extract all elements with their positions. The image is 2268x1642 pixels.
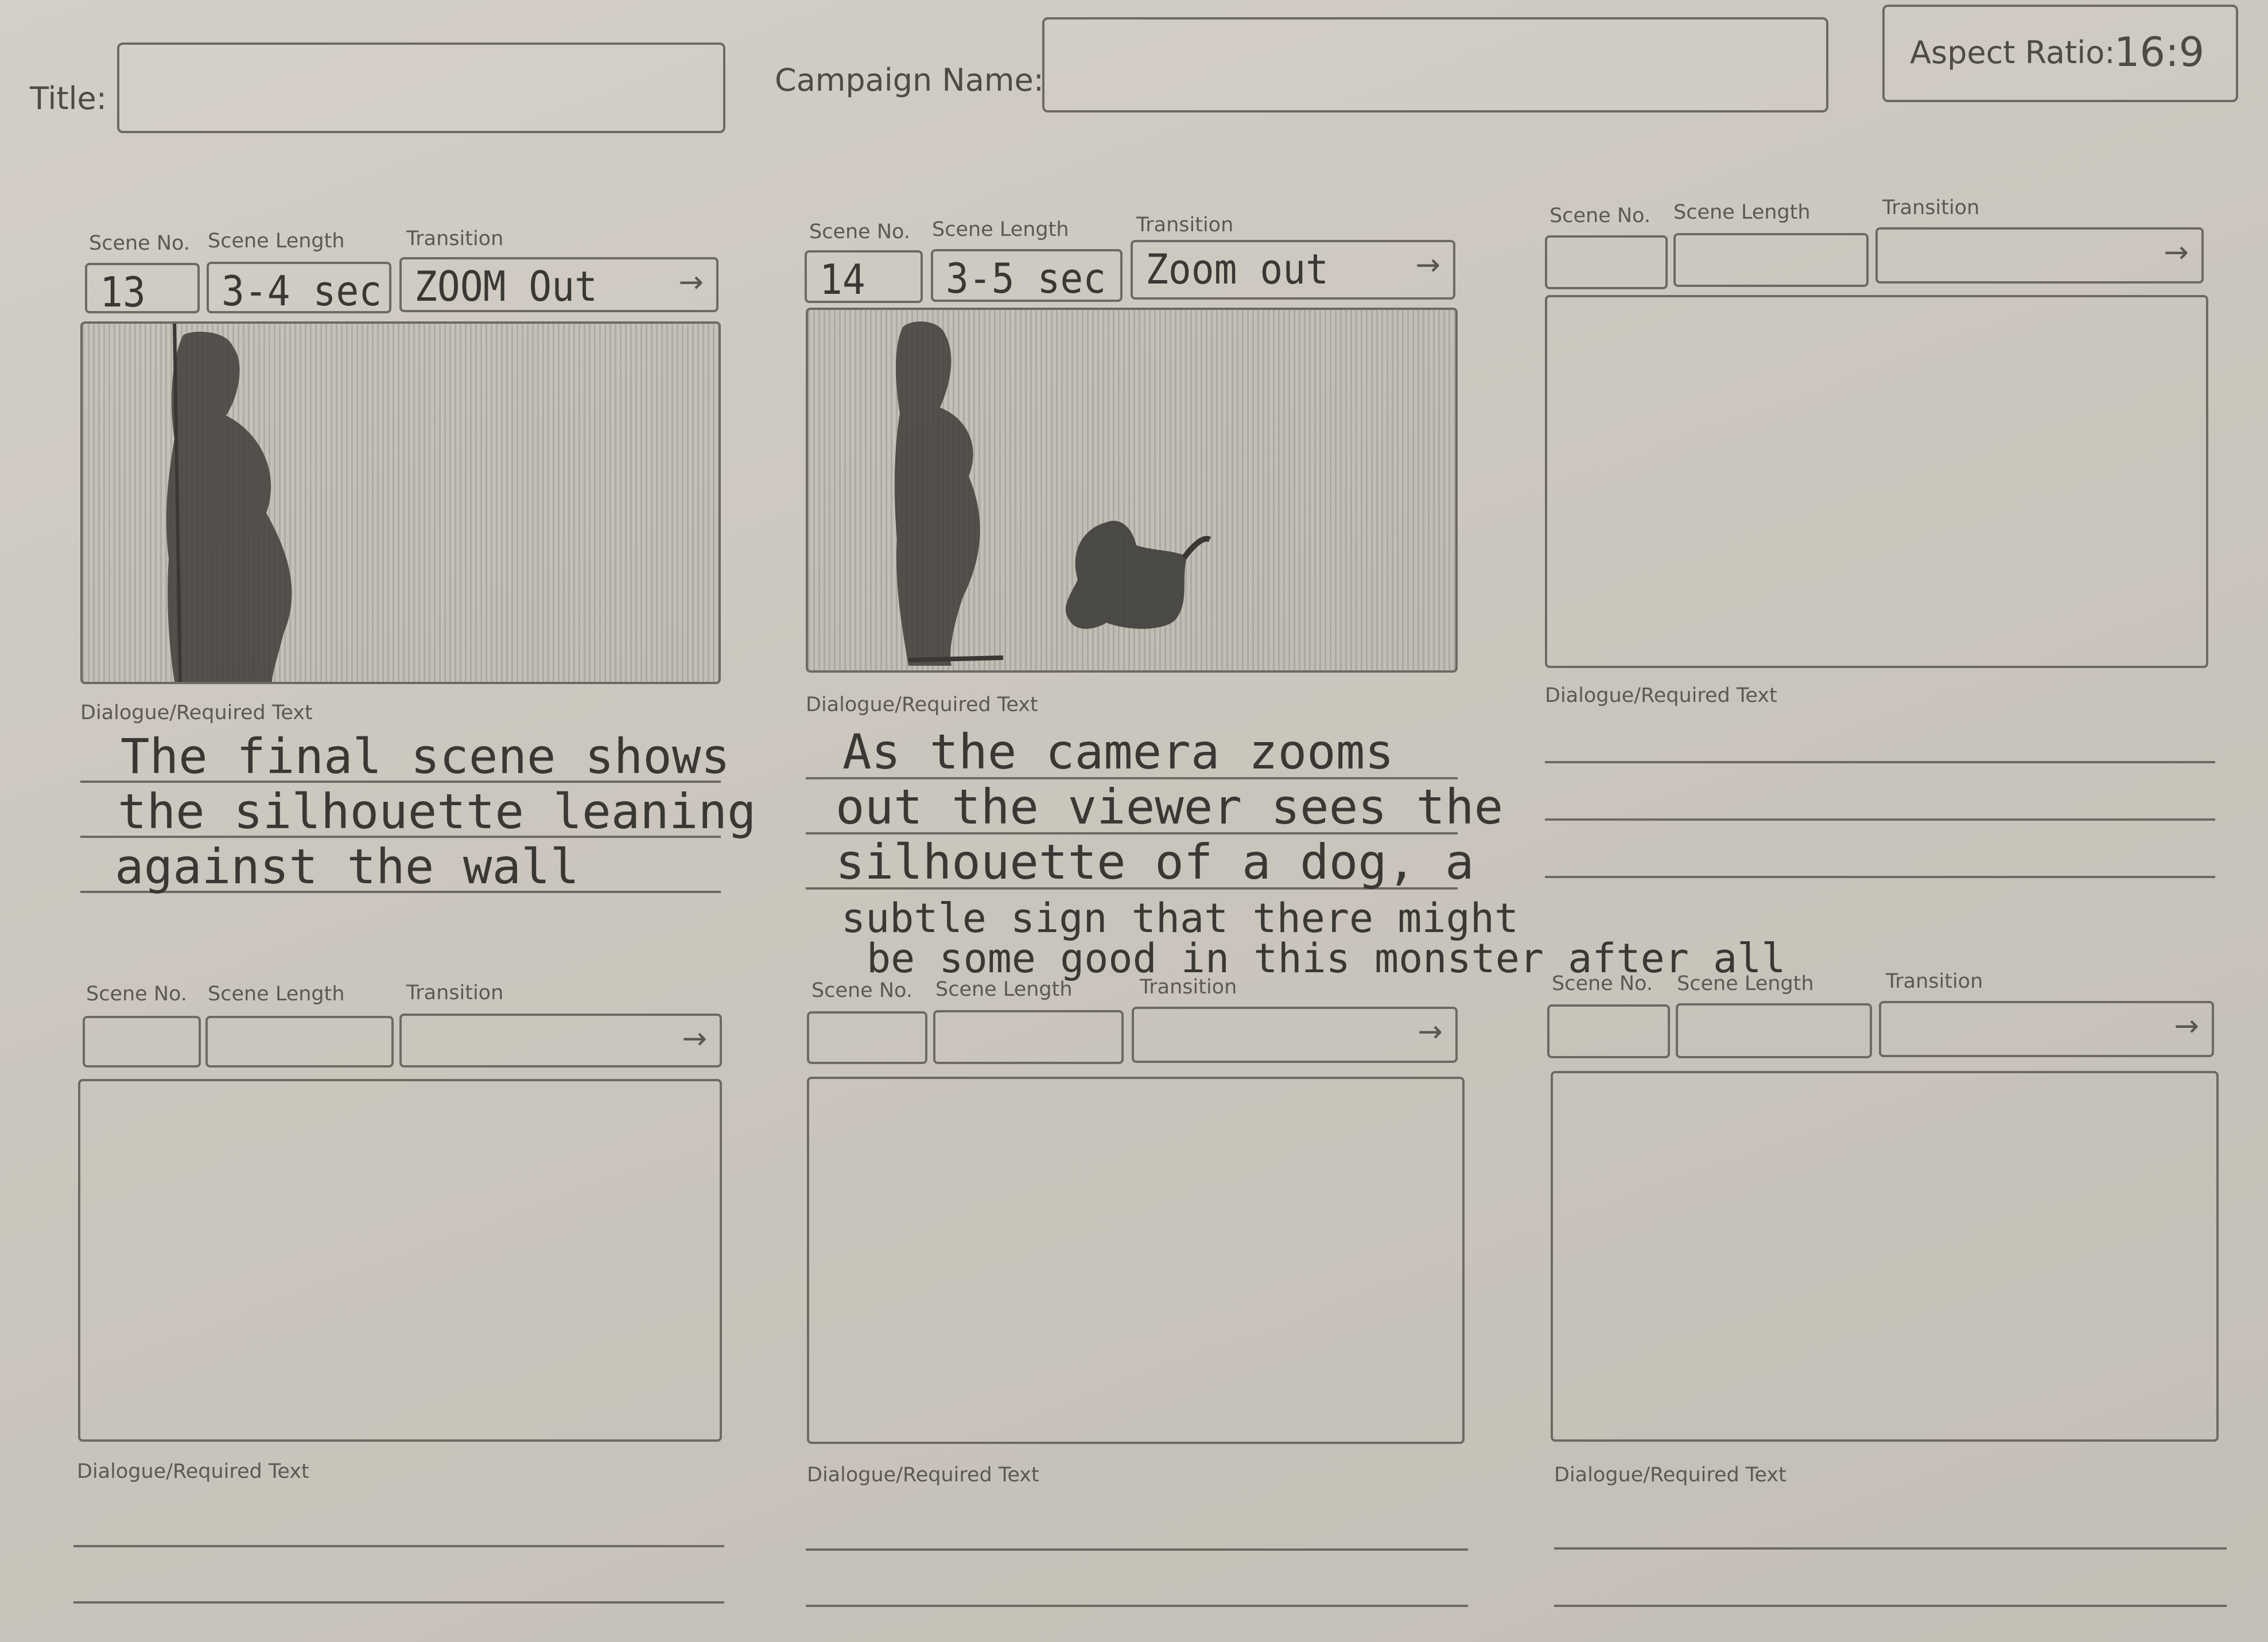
arrow-right-icon: → [682, 1022, 707, 1056]
title-label: Title: [30, 80, 107, 117]
scene-length-field[interactable] [205, 1016, 394, 1068]
transition-value: ZOOM Out [414, 262, 598, 310]
aspect-ratio-label: Aspect Ratio: [1910, 34, 2115, 71]
scene-length-label: Scene Length [208, 983, 345, 1006]
scene-no-field[interactable] [1547, 1004, 1670, 1058]
scene-length-field[interactable]: 3-4 sec [207, 262, 391, 313]
dialogue-line-2 [73, 1601, 724, 1604]
scene-no-label: Scene No. [809, 220, 910, 243]
silhouette-figure [166, 332, 292, 682]
sketch-frame [80, 321, 721, 684]
dialogue-label: Dialogue/Required Text [80, 701, 313, 724]
scene-length-label: Scene Length [935, 978, 1073, 1001]
dialogue-line-2 [806, 1605, 1468, 1607]
sketch-frame [78, 1079, 722, 1442]
campaign-field[interactable] [1042, 17, 1828, 112]
arrow-right-icon: → [678, 265, 704, 300]
scene-no-field[interactable]: 14 [805, 250, 923, 303]
dog-silhouette [1065, 521, 1187, 629]
sketch-drawing [894, 321, 1211, 666]
transition-label: Transition [406, 981, 504, 1004]
dialogue-label: Dialogue/Required Text [1545, 684, 1777, 707]
arrow-right-icon: → [2174, 1009, 2199, 1043]
dialogue-line-3 [1545, 876, 2215, 878]
dialogue-line-1 [1554, 1547, 2227, 1550]
transition-field[interactable]: ZOOM Out → [399, 257, 719, 312]
transition-value: Zoom out [1145, 245, 1329, 293]
campaign-label: Campaign Name: [775, 62, 1044, 98]
dialogue-label: Dialogue/Required Text [1554, 1464, 1787, 1486]
transition-field[interactable]: → [1132, 1007, 1458, 1063]
scene-no-label: Scene No. [86, 983, 187, 1006]
scene-no-field[interactable] [83, 1016, 201, 1068]
arrow-right-icon: → [1415, 248, 1440, 282]
dialogue-text-2: out the viewer sees the [836, 779, 1504, 835]
scene-length-field[interactable] [1676, 1003, 1872, 1058]
dialogue-text-1: As the camera zooms [842, 724, 1394, 780]
arrow-right-icon: → [2164, 235, 2189, 270]
transition-field[interactable]: → [1875, 227, 2204, 284]
dialogue-text-1: The final scene shows [121, 728, 731, 785]
transition-field[interactable]: Zoom out → [1131, 240, 1455, 300]
dialogue-label: Dialogue/Required Text [807, 1464, 1039, 1486]
transition-label: Transition [1136, 214, 1234, 236]
dialogue-label: Dialogue/Required Text [77, 1460, 309, 1483]
silhouette-figure [894, 321, 980, 666]
scene-no-field[interactable] [1545, 235, 1668, 289]
dialogue-text-3: silhouette of a dog, a [836, 834, 1474, 890]
scene-no-value: 14 [820, 255, 865, 303]
scene-length-label: Scene Length [1673, 201, 1811, 224]
dog-tail [1181, 535, 1211, 560]
dialogue-text-4: subtle sign that there might [841, 895, 1519, 942]
dialogue-line-2 [1545, 818, 2215, 821]
transition-label: Transition [1886, 970, 1983, 993]
dialogue-line-1 [1545, 761, 2215, 763]
sketch-frame [1545, 295, 2208, 668]
title-field[interactable] [117, 42, 725, 133]
scene-length-label: Scene Length [932, 218, 1069, 241]
transition-label: Transition [1882, 196, 1980, 219]
transition-label: Transition [1140, 976, 1237, 999]
scene-length-value: 3-4 sec [222, 267, 382, 313]
sketch-frame [1551, 1071, 2219, 1442]
scene-no-field[interactable] [807, 1011, 927, 1064]
figure-feet [908, 655, 1004, 662]
scene-no-value: 13 [100, 268, 146, 313]
scene-no-label: Scene No. [811, 979, 912, 1002]
transition-field[interactable]: → [1879, 1001, 2214, 1057]
aspect-ratio-box: Aspect Ratio: 16:9 [1882, 5, 2238, 102]
dialogue-label: Dialogue/Required Text [806, 693, 1038, 716]
dialogue-line-2 [1554, 1605, 2227, 1607]
dialogue-line-1 [806, 1548, 1468, 1551]
scene-length-label: Scene Length [208, 230, 345, 253]
dialogue-text-3: against the wall [115, 839, 580, 895]
scene-length-field[interactable] [1673, 233, 1869, 287]
scene-length-label: Scene Length [1677, 972, 1814, 995]
dialogue-line-1 [73, 1545, 724, 1547]
scene-length-value: 3-5 sec [946, 254, 1106, 302]
scene-length-field[interactable]: 3-5 sec [931, 249, 1123, 302]
aspect-ratio-value: 16:9 [2114, 29, 2205, 76]
dialogue-text-2: the silhouette leaning [118, 783, 756, 840]
sketch-frame [807, 1077, 1465, 1444]
transition-label: Transition [406, 227, 504, 250]
scene-no-label: Scene No. [1552, 972, 1653, 995]
scene-length-field[interactable] [933, 1010, 1124, 1064]
arrow-right-icon: → [1417, 1015, 1443, 1049]
sketch-drawing [166, 324, 292, 682]
sketch-frame [806, 308, 1458, 673]
scene-no-label: Scene No. [89, 232, 190, 255]
transition-field[interactable]: → [399, 1014, 722, 1068]
scene-no-field[interactable]: 13 [85, 263, 200, 313]
scene-no-label: Scene No. [1549, 204, 1650, 227]
